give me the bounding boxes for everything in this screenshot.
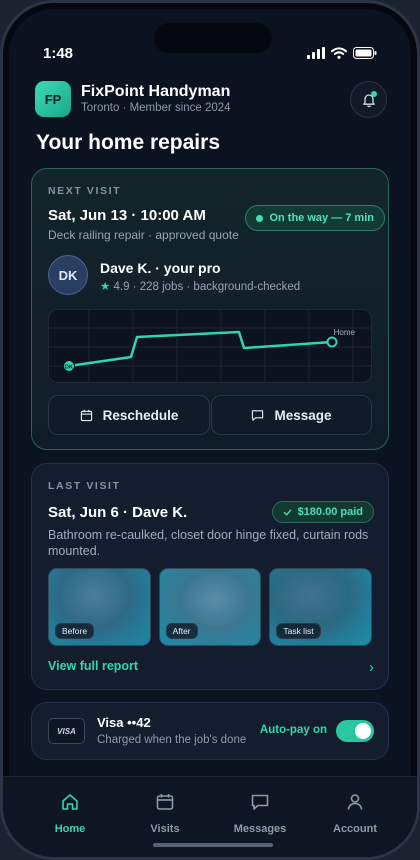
photo-tag: After (165, 623, 198, 639)
signal-icon (307, 47, 325, 59)
next-visit-datetime: Sat, Jun 13 · 10:00 AM (48, 207, 206, 224)
last-visit-title: Sat, Jun 6 · Dave K. (48, 504, 188, 521)
message-button[interactable]: Message (211, 395, 372, 435)
tab-messages-label: Messages (233, 823, 287, 835)
on-the-way-status: On the way — 7 min (245, 205, 385, 231)
message-label: Message (274, 407, 332, 423)
tab-visits-label: Visits (150, 823, 180, 835)
photo-after[interactable]: After (158, 568, 262, 646)
phone-frame: 1:48 FP FixPoint Handyman Toronto · Memb… (0, 0, 420, 860)
paid-badge: $180.00 paid (271, 501, 374, 523)
on-the-way-label: On the way — 7 min (269, 212, 374, 224)
paid-label: $180.00 paid (297, 506, 363, 518)
dynamic-island (154, 23, 272, 53)
photo-tag: Before (55, 623, 95, 639)
reschedule-button[interactable]: Reschedule (48, 395, 210, 435)
status-time: 1:48 (43, 45, 74, 62)
pro-marker-label: DK (65, 365, 73, 371)
visa-card-icon: VISA (48, 718, 85, 744)
last-visit-eyebrow: LAST VISIT (48, 480, 121, 492)
route-map-graphic: DK (49, 310, 371, 382)
payment-card: VISA Visa ••42 Charged when the job's do… (31, 702, 389, 760)
tab-account-label: Account (333, 823, 377, 835)
star-icon: ★ (100, 281, 111, 293)
photo-task-list[interactable]: Task list (269, 568, 373, 646)
visit-photos: Before After Task list (48, 568, 373, 646)
home-marker (326, 336, 338, 348)
live-dot-icon (256, 214, 264, 222)
pro-name: Dave K. · your pro (100, 260, 221, 276)
reschedule-label: Reschedule (102, 407, 179, 423)
tab-home-label: Home (54, 823, 86, 835)
home-indicator (153, 843, 273, 847)
tab-messages[interactable]: Messages (215, 792, 305, 835)
battery-icon (353, 47, 377, 59)
pro-meta-text: 4.9 · 228 jobs · background-checked (113, 281, 301, 293)
photo-before[interactable]: Before (48, 568, 151, 646)
next-visit-card: NEXT VISIT Sat, Jun 13 · 10:00 AM Deck r… (31, 168, 389, 450)
chat-icon (252, 409, 264, 421)
page-title: Your home repairs (36, 131, 220, 154)
payment-method-subtitle: Charged when the job's done (97, 734, 247, 746)
person-icon (347, 794, 363, 810)
chat-icon (251, 794, 269, 810)
last-visit-card: LAST VISIT Sat, Jun 6 · Dave K. $180.00 … (31, 463, 389, 690)
calendar-icon (156, 794, 174, 810)
live-route-map[interactable]: DK Home (48, 309, 372, 383)
wifi-icon (331, 47, 347, 59)
pro-meta: ★ 4.9 · 228 jobs · background-checked (100, 279, 300, 293)
bottom-tab-bar: Home Visits Messages Account (3, 776, 417, 857)
notification-dot (371, 91, 377, 97)
map-home-label: Home (333, 328, 355, 337)
route-path (68, 330, 333, 368)
status-icons (307, 47, 377, 59)
next-visit-eyebrow: NEXT VISIT (48, 185, 122, 197)
autopay-label: Auto-pay on (259, 724, 327, 736)
check-icon (283, 509, 291, 516)
last-visit-summary: Bathroom re-caulked, closet door hinge f… (48, 528, 369, 558)
brand-subtitle: Toronto · Member since 2024 (81, 102, 231, 114)
next-visit-description: Deck railing repair · approved quote (48, 228, 239, 242)
home-icon (62, 794, 78, 810)
notifications-button[interactable] (350, 81, 387, 118)
app-header: FP FixPoint Handyman Toronto · Member si… (35, 80, 387, 120)
tab-visits[interactable]: Visits (120, 792, 210, 835)
tab-home[interactable]: Home (25, 792, 115, 835)
chevron-right-icon[interactable]: › (369, 659, 374, 676)
view-full-report-link[interactable]: View full report (48, 659, 138, 673)
brand-name: FixPoint Handyman (81, 83, 231, 100)
calendar-icon (80, 409, 92, 421)
toggle-knob (355, 723, 371, 739)
brand-logo: FP (35, 81, 71, 117)
payment-method-title: Visa ••42 (97, 715, 151, 730)
pro-avatar[interactable]: DK (48, 255, 88, 295)
photo-tag: Task list (276, 623, 321, 639)
autopay-toggle[interactable] (336, 720, 374, 742)
tab-account[interactable]: Account (310, 792, 400, 835)
